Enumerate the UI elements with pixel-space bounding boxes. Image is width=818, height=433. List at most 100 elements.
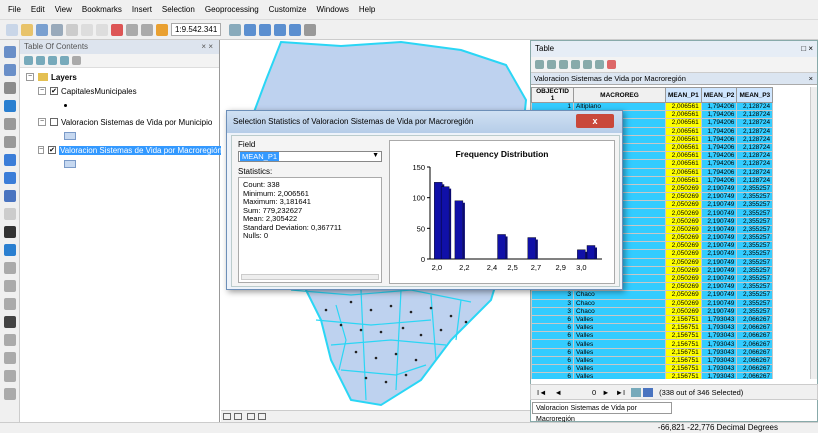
select-features-icon[interactable] <box>3 190 16 202</box>
dialog-close-button[interactable]: x <box>576 114 614 128</box>
menu-item[interactable]: Windows <box>316 5 348 14</box>
toc-layer-macroregion[interactable]: − ✔ Valoracion Sistemas de Vida por Macr… <box>20 143 223 157</box>
table-row[interactable]: 6 Valles 2,156751 1,793043 2,066267 <box>531 355 774 366</box>
save-icon[interactable] <box>36 23 48 36</box>
previous-record-icon[interactable]: ◄ <box>555 388 562 397</box>
refresh-icon[interactable] <box>247 413 255 420</box>
chevron-down-icon[interactable]: ▼ <box>372 152 379 159</box>
clear-selection-icon[interactable] <box>583 60 592 69</box>
table-row[interactable]: 6 Valles 2,156751 1,793043 2,066267 <box>531 314 774 325</box>
table-window-close-button[interactable]: □ × <box>801 41 813 57</box>
menu-item[interactable]: Edit <box>31 5 45 14</box>
pan-icon[interactable] <box>3 82 16 94</box>
pause-drawing-icon[interactable] <box>258 413 266 420</box>
python-icon[interactable] <box>304 23 317 36</box>
identify-icon[interactable] <box>3 244 16 256</box>
data-view-icon[interactable] <box>223 413 231 420</box>
layer-visibility-checkbox[interactable]: ✔ <box>48 146 56 154</box>
menu-item[interactable]: Bookmarks <box>82 5 122 14</box>
back-icon[interactable] <box>3 154 16 166</box>
table-row[interactable]: 6 Valles 2,156751 1,793043 2,066267 <box>531 339 774 349</box>
table-row[interactable]: 6 Valles 2,156751 1,793043 2,066267 <box>531 363 774 374</box>
layer-visibility-checkbox[interactable] <box>50 118 58 126</box>
related-tables-icon[interactable] <box>547 60 556 69</box>
select-by-attributes-icon[interactable] <box>559 60 568 69</box>
collapse-icon[interactable]: − <box>38 87 46 95</box>
measure-icon[interactable] <box>3 298 16 310</box>
table-row[interactable]: 6 Valles 2,156751 1,793043 2,066267 <box>531 347 774 357</box>
options-icon[interactable] <box>72 56 81 65</box>
next-record-icon[interactable]: ► <box>602 388 609 397</box>
print-icon[interactable] <box>51 23 63 36</box>
zoom-in-icon[interactable] <box>3 46 16 58</box>
toc-close-button[interactable]: × × <box>201 40 213 54</box>
table-row[interactable]: 6 Valles 2,156751 1,793043 2,066267 <box>531 372 774 379</box>
cut-icon[interactable] <box>66 23 78 36</box>
column-header[interactable]: MEAN_P1 <box>665 87 702 103</box>
table-row[interactable]: 6 Valles 2,156751 1,793043 2,066267 <box>531 323 774 333</box>
delete-icon[interactable] <box>111 23 123 36</box>
first-record-icon[interactable]: I◄ <box>537 388 547 397</box>
select-elements-icon[interactable] <box>3 226 16 238</box>
horizontal-scrollbar[interactable] <box>241 274 379 280</box>
search-icon[interactable] <box>274 23 287 36</box>
find-route-icon[interactable] <box>3 334 16 346</box>
clear-selection-icon[interactable] <box>3 208 16 220</box>
table-row[interactable]: 3 Chaco 2,050269 2,190749 2,355257 <box>531 298 774 308</box>
full-extent-icon[interactable] <box>3 100 16 112</box>
table-row[interactable]: 6 Valles 2,156751 1,793043 2,066267 <box>531 331 774 341</box>
paste-icon[interactable] <box>96 23 108 36</box>
catalog-icon[interactable] <box>259 23 272 36</box>
collapse-icon[interactable]: − <box>38 118 46 126</box>
layer-visibility-checkbox[interactable]: ✔ <box>50 87 58 95</box>
record-number[interactable]: 0 <box>592 388 596 397</box>
forward-icon[interactable] <box>3 172 16 184</box>
add-data-icon[interactable] <box>156 23 168 36</box>
field-select[interactable]: MEAN_P1 ▼ <box>238 151 382 162</box>
list-by-source-icon[interactable] <box>36 56 45 65</box>
table-options-icon[interactable] <box>535 60 544 69</box>
menu-item[interactable]: Help <box>359 5 375 14</box>
column-header[interactable]: OBJECTID 1 <box>531 87 574 103</box>
viewer-icon[interactable] <box>3 388 16 400</box>
menu-item[interactable]: View <box>55 5 72 14</box>
toc-icon[interactable] <box>244 23 257 36</box>
toc-layer-capitales[interactable]: − ✔ CapitalesMunicipales <box>20 84 219 98</box>
toc-layer-municipio[interactable]: − Valoracion Sistemas de Vida por Munici… <box>20 115 219 129</box>
collapse-icon[interactable]: − <box>26 73 34 81</box>
show-selected-records-icon[interactable] <box>643 387 654 397</box>
table-tab[interactable]: Valoracion Sistemas de Vida por Macroreg… <box>532 402 672 423</box>
map-scale-input[interactable]: 1:9.542.341 <box>171 23 222 36</box>
menu-item[interactable]: Insert <box>132 5 152 14</box>
layout-view-icon[interactable] <box>234 413 242 420</box>
zoom-out-icon[interactable] <box>3 64 16 76</box>
redo-icon[interactable] <box>141 23 153 36</box>
html-popup-icon[interactable] <box>3 280 16 292</box>
layers-group[interactable]: − Layers <box>20 70 219 84</box>
column-header[interactable]: MEAN_P2 <box>700 87 738 103</box>
goto-xy-icon[interactable] <box>3 352 16 364</box>
show-all-records-icon[interactable] <box>631 387 642 397</box>
delete-selected-icon[interactable] <box>607 60 616 69</box>
list-by-selection-icon[interactable] <box>60 56 69 65</box>
menu-item[interactable]: File <box>8 5 21 14</box>
table-row[interactable]: 3 Chaco 2,050269 2,190749 2,355257 <box>531 306 774 316</box>
time-slider-icon[interactable] <box>3 370 16 382</box>
fixed-zoom-in-icon[interactable] <box>3 118 16 130</box>
new-icon[interactable] <box>6 23 18 36</box>
menu-item[interactable]: Geoprocessing <box>205 5 259 14</box>
open-icon[interactable] <box>21 23 33 36</box>
table-row[interactable]: 3 Chaco 2,050269 2,190749 2,355257 <box>531 290 774 300</box>
menu-item[interactable]: Selection <box>162 5 195 14</box>
collapse-icon[interactable]: − <box>38 146 45 154</box>
copy-icon[interactable] <box>81 23 93 36</box>
zoom-to-selected-icon[interactable] <box>595 60 604 69</box>
table-tab-close-icon[interactable]: × <box>809 73 813 84</box>
find-icon[interactable] <box>3 316 16 328</box>
arctoolbox-icon[interactable] <box>289 23 302 36</box>
undo-icon[interactable] <box>126 23 138 36</box>
hyperlink-icon[interactable] <box>3 262 16 274</box>
list-by-visibility-icon[interactable] <box>48 56 57 65</box>
switch-selection-icon[interactable] <box>571 60 580 69</box>
last-record-icon[interactable]: ►I <box>616 388 626 397</box>
